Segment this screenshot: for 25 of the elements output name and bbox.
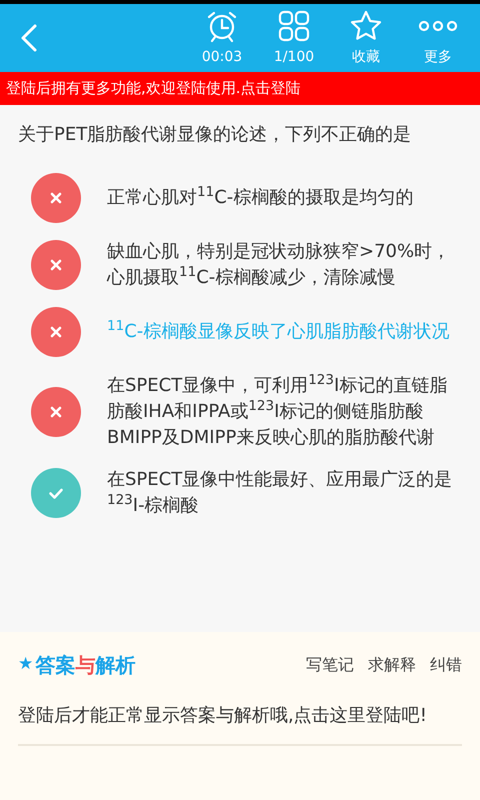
login-prompt[interactable]: 登陆后才能正常显示答案与解析哦,点击这里登陆吧! (18, 700, 462, 732)
option-text: 缺血心肌，特别是冠状动脉狭窄>70%时，心肌摄取$^{11}$C-棕榈酸减少，清除减慢 (107, 240, 452, 290)
answer-option[interactable]: 在SPECT显像中，可利用$^{123}$I标记的直链脂肪酸IHA和IPPA或$^{123}$I标记的侧链脂肪酸BMIPP及DMIPP来反映心肌的脂肪酸代谢 (31, 373, 456, 451)
cross-circle-icon (31, 173, 81, 223)
cross-circle-icon (31, 307, 81, 357)
alarm-clock-icon (205, 9, 239, 43)
option-text: 在SPECT显像中性能最好、应用最广泛的是$^{123}$I-棕榈酸 (107, 468, 454, 518)
login-banner[interactable]: 登陆后拥有更多功能,欢迎登陆使用.点击登陆 (0, 72, 480, 105)
cross-circle-icon (31, 387, 81, 437)
action-link[interactable]: 写笔记 (306, 653, 354, 677)
back-icon (20, 23, 38, 53)
option-text: 在SPECT显像中，可利用$^{123}$I标记的直链脂肪酸IHA和IPPA或$^{123}$I标记的侧链脂肪酸BMIPP及DMIPP来反映心肌的脂肪酸代谢 (107, 373, 448, 450)
option-text: 正常心肌对$^{11}$C-棕榈酸的摄取是均匀的 (107, 185, 414, 210)
answer-option[interactable]: 缺血心肌，特别是冠状动脉狭窄>70%时，心肌摄取$^{11}$C-棕榈酸减少，清除减慢 (31, 239, 456, 291)
action-link[interactable]: 求解释 (368, 653, 416, 677)
question-text: 关于PET脂肪酸代谢显像的论述，下列不正确的是 (17, 123, 412, 147)
answer-option[interactable]: 在SPECT显像中性能最好、应用最广泛的是$^{123}$I-棕榈酸 (31, 467, 456, 519)
check-circle-icon (31, 468, 81, 518)
grid-icon (277, 9, 311, 43)
answer-option[interactable]: 正常心肌对$^{11}$C-棕榈酸的摄取是均匀的 (31, 173, 456, 223)
more-icon (418, 19, 458, 33)
cross-circle-icon (31, 240, 81, 290)
option-text: $^{11}$C-棕榈酸显像反映了心肌脂肪酸代谢状况 (107, 319, 450, 344)
action-link[interactable]: 纠错 (430, 653, 462, 677)
answer-heading: ★答案与解析 (18, 652, 136, 679)
